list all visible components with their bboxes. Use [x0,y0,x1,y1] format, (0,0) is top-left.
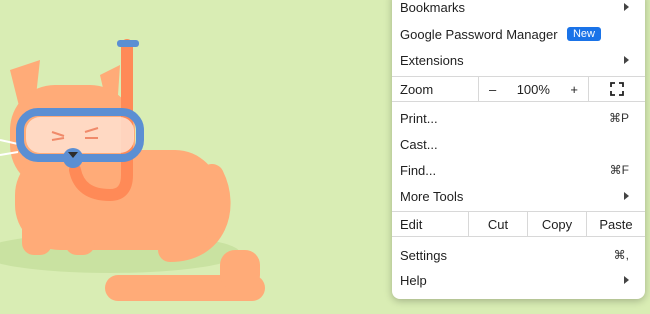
menu-item-label: Find... [400,162,437,178]
submenu-arrow-icon [624,56,629,64]
menu-item-help[interactable]: Help [392,267,645,293]
menu-item-label: Cast... [400,136,438,152]
edit-label: Edit [392,212,469,236]
menu-item-label: Settings [400,247,447,263]
browser-menu: Bookmarks Google Password Manager New Ex… [392,0,645,299]
menu-item-bookmarks[interactable]: Bookmarks [392,0,645,20]
zoom-controls: – 100% + [479,77,589,101]
menu-item-cast[interactable]: Cast... [392,131,645,157]
menu-item-label: Bookmarks [400,0,466,15]
menu-item-more-tools[interactable]: More Tools [392,183,645,209]
menu-item-label: More Tools [400,188,464,204]
zoom-level: 100% [516,81,550,97]
snorkel-cat-illustration [0,39,265,301]
submenu-arrow-icon [624,192,629,200]
copy-button[interactable]: Copy [528,212,587,236]
menu-item-extensions[interactable]: Extensions [392,47,645,73]
zoom-in-button[interactable]: + [570,82,578,97]
new-badge: New [566,27,601,41]
menu-item-label: Help [400,272,427,288]
menu-item-label: Print... [400,110,438,126]
submenu-arrow-icon [624,3,629,11]
cut-button[interactable]: Cut [469,212,528,236]
menu-item-label: Extensions [400,52,464,68]
menu-item-label: Google Password Manager [400,26,558,42]
edit-row: Edit Cut Copy Paste [392,211,645,237]
zoom-row: Zoom – 100% + [392,76,645,102]
shortcut-label: ⌘P [608,111,629,125]
shortcut-label: ⌘F [609,163,629,177]
submenu-arrow-icon [624,276,629,284]
shortcut-label: ⌘, [613,248,629,262]
zoom-out-button[interactable]: – [489,82,496,97]
zoom-label: Zoom [392,77,479,101]
menu-item-find[interactable]: Find... ⌘F [392,157,645,183]
fullscreen-icon [610,82,624,96]
paste-button[interactable]: Paste [587,212,645,236]
menu-item-settings[interactable]: Settings ⌘, [392,242,645,268]
fullscreen-button[interactable] [589,77,645,101]
menu-item-password-manager[interactable]: Google Password Manager New [392,21,645,47]
menu-item-print[interactable]: Print... ⌘P [392,105,645,131]
